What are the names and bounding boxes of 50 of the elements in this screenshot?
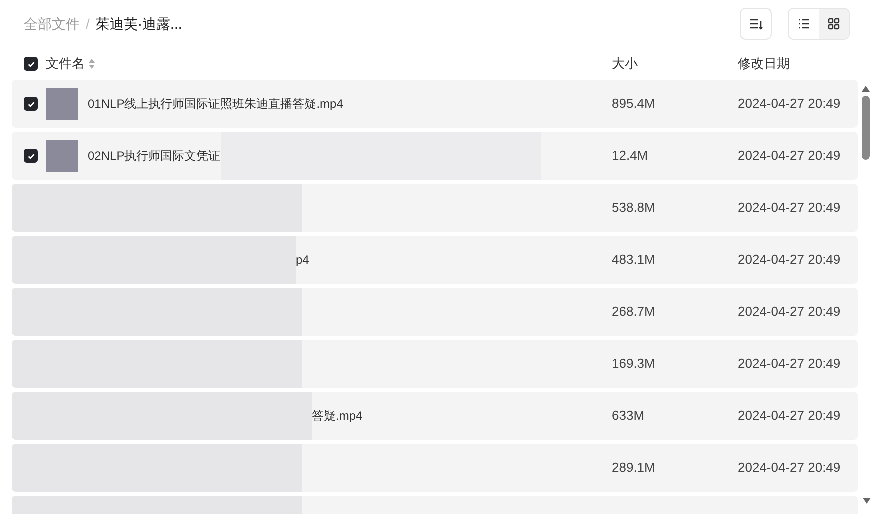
column-header[interactable]: 修改日期 bbox=[738, 54, 790, 74]
list-icon bbox=[798, 19, 810, 29]
file-size: 538.8M bbox=[612, 199, 656, 218]
file-row[interactable]: 02NLP执行师国际文凭证 12.4M 2024-04-27 20:49 bbox=[12, 132, 858, 180]
sort-icon bbox=[89, 59, 95, 69]
file-row[interactable]: 答疑.mp4 633M 2024-04-27 20:49 bbox=[12, 392, 858, 440]
file-name[interactable]: 02NLP执行师国际文凭证 bbox=[88, 147, 221, 165]
breadcrumb-item[interactable]: 茱迪芙·迪露... bbox=[96, 14, 182, 34]
file-row[interactable]: 01NLP线上执行师国际证照班朱迪直播答疑.mp4 895.4M 2024-04-27 20:49 bbox=[12, 80, 858, 128]
file-size: 12.4M bbox=[612, 147, 650, 166]
modified-date: 2024-04-27 20:49 bbox=[738, 147, 841, 166]
modified-date: 2024-04-27 20:49 bbox=[738, 303, 841, 322]
checkmark-icon bbox=[26, 100, 36, 108]
breadcrumb-separator: / bbox=[86, 14, 90, 34]
modified-date: 2024-04-27 20:49 bbox=[738, 355, 841, 374]
file-size: 633M bbox=[612, 407, 646, 426]
file-row[interactable]: p4 483.1M 2024-04-27 20:49 bbox=[12, 236, 858, 284]
checkmark-icon bbox=[26, 60, 36, 68]
modified-date: 2024-04-27 20:49 bbox=[738, 407, 841, 426]
column-header[interactable]: 文件名 bbox=[46, 54, 85, 74]
file-row[interactable]: 268.7M 2024-04-27 20:49 bbox=[12, 288, 858, 336]
file-row[interactable]: 289.1M 2024-04-27 20:49 bbox=[12, 444, 858, 492]
grid-view-button[interactable] bbox=[819, 9, 849, 39]
modified-date: 2024-04-27 20:49 bbox=[738, 199, 841, 218]
file-size: 289.1M bbox=[612, 459, 656, 478]
modified-date: 2024-04-27 20:49 bbox=[738, 95, 841, 114]
checkbox[interactable] bbox=[24, 97, 38, 111]
file-name[interactable]: 答疑.mp4 bbox=[312, 407, 363, 425]
sort-button[interactable] bbox=[740, 8, 772, 40]
file-row[interactable]: 169.3M 2024-04-27 20:49 bbox=[12, 340, 858, 388]
checkmark-icon bbox=[26, 152, 36, 160]
file-size: 268.7M bbox=[612, 303, 656, 322]
file-row[interactable]: 538.8M 2024-04-27 20:49 bbox=[12, 184, 858, 232]
video-thumbnail bbox=[46, 140, 78, 172]
file-size: 169.3M bbox=[612, 355, 656, 374]
file-name[interactable]: 01NLP线上执行师国际证照班朱迪直播答疑.mp4 bbox=[88, 95, 344, 113]
grid-icon bbox=[828, 18, 840, 30]
modified-date: 2024-04-27 20:49 bbox=[738, 459, 841, 478]
checkbox[interactable] bbox=[24, 149, 38, 163]
column-header[interactable]: 大小 bbox=[612, 54, 738, 74]
scroll-up-icon[interactable] bbox=[862, 86, 870, 92]
file-name[interactable]: p4 bbox=[296, 251, 310, 269]
file-size: 483.1M bbox=[612, 251, 656, 270]
checkbox[interactable] bbox=[24, 57, 38, 71]
video-thumbnail bbox=[46, 88, 78, 120]
modified-date: 2024-04-27 20:49 bbox=[738, 251, 841, 270]
file-size: 895.4M bbox=[612, 95, 656, 114]
scrollbar-thumb[interactable] bbox=[862, 96, 870, 160]
sort-icon bbox=[749, 18, 763, 30]
scroll-down-icon[interactable] bbox=[863, 498, 871, 504]
